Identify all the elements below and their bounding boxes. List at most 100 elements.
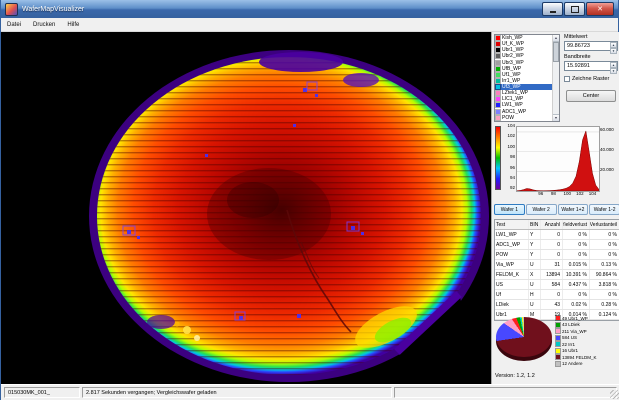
tab-wafer-1[interactable]: Wafer 1 [494, 204, 525, 215]
app-window: WaferMapVisualizer ✕ DateiDruckenHilfe [0, 0, 619, 400]
pie-legend-swatch [556, 362, 560, 366]
legend-color-swatch [496, 48, 500, 52]
pie-legend-label: 49 Ubr1_WP [562, 316, 588, 321]
mittelwert-spin-down[interactable]: ▼ [610, 48, 617, 54]
version-text: Version: 1.2, 1.2 [495, 373, 535, 379]
tab-wafer-2[interactable]: Wafer 2 [526, 204, 557, 215]
table-cell: 0 % [563, 290, 590, 299]
center-button[interactable]: Center [566, 90, 616, 102]
colorbar-ticks: 10410210098969492 [502, 124, 515, 191]
histogram-chart [517, 127, 599, 191]
table-row[interactable]: POWY00 %0 % [495, 250, 619, 260]
legend-color-swatch [496, 36, 500, 40]
bandbreite-spinner: ▲ ▼ [610, 62, 617, 70]
side-panel: Kish_WPUf_K_WPUbr1_WPUbr2_WPUbr3_WPUfB_W… [491, 32, 619, 384]
table-row[interactable]: LW1_WPY00 %0 % [495, 230, 619, 240]
legend-item-label: Uf_K_WP [502, 41, 524, 47]
pie-legend-item: 12 Andere [556, 361, 619, 368]
window-controls: ✕ [542, 2, 614, 16]
bandbreite-label: Bandbreite [564, 54, 591, 60]
table-row[interactable]: UfH00 %0 % [495, 290, 619, 300]
status-spacer [394, 387, 617, 398]
table-row[interactable]: USU5840.437 %3.818 % [495, 280, 619, 290]
pie-legend-swatch [556, 355, 560, 359]
wafer-tabs: Wafer 1Wafer 2Wafer 1+2Wafer 1-2 [494, 204, 619, 215]
table-cell: 0 [541, 250, 563, 259]
menu-hilfe[interactable]: Hilfe [61, 22, 85, 28]
colorbar-tick: 92 [510, 186, 515, 191]
table-row[interactable]: LDiekU430.02 %0.28 % [495, 300, 619, 310]
tab-wafer-1+2[interactable]: Wafer 1+2 [558, 204, 589, 215]
pie-legend-label: 13894 FELDM_K [562, 355, 597, 360]
legend-color-swatch [496, 97, 500, 101]
table-cell: LW1_WP [495, 230, 529, 239]
table-row[interactable]: Via_WPU310.015 %0.13 % [495, 260, 619, 270]
close-button[interactable]: ✕ [586, 2, 614, 16]
table-cell: X [529, 270, 541, 279]
wafer-canvas[interactable] [1, 32, 491, 384]
legend-color-swatch [496, 110, 500, 114]
pie-legend-swatch [556, 329, 560, 333]
pie-legend-swatch [556, 336, 560, 340]
tab-wafer-1-2[interactable]: Wafer 1-2 [589, 204, 619, 215]
legend-item-label: LZtek1_WP [502, 90, 528, 96]
table-body: LW1_WPY00 %0 %ADC1_WPY00 %0 %POWY00 %0 %… [495, 230, 619, 320]
table-cell: U [529, 260, 541, 269]
pie-legend-label: 43 LDiek [562, 322, 580, 327]
mittelwert-spinner: ▲ ▼ [610, 42, 617, 50]
minimize-button[interactable] [542, 2, 563, 16]
legend-color-swatch [496, 42, 500, 46]
mittelwert-field[interactable]: 99.86723 ▲ ▼ [564, 41, 618, 51]
title-bar[interactable]: WaferMapVisualizer ✕ [1, 0, 618, 18]
table-cell: 0 % [590, 250, 619, 259]
bandbreite-spin-down[interactable]: ▼ [610, 68, 617, 74]
scrollbar-thumb[interactable] [553, 42, 559, 62]
table-row[interactable]: FELDM_KX1389410.391 %90.864 % [495, 270, 619, 280]
bandbreite-field[interactable]: 15.92891 ▲ ▼ [564, 61, 618, 71]
table-cell: 10.391 % [563, 270, 590, 279]
parameter-list-scrollbar[interactable]: ▲ ▼ [552, 35, 559, 121]
checkbox-icon[interactable] [564, 76, 570, 82]
legend-color-swatch [496, 91, 500, 95]
scroll-down-icon[interactable]: ▼ [553, 114, 559, 121]
legend-color-swatch [496, 61, 500, 65]
app-icon [5, 3, 18, 16]
zeichne-raster-label: Zeichne Raster [572, 76, 609, 82]
minimize-icon [550, 11, 556, 13]
table-cell: 0 % [563, 250, 590, 259]
colorbar-tick: 102 [507, 134, 515, 139]
table-cell: 0 % [590, 240, 619, 249]
status-filename: 015030MK_001_ [4, 387, 80, 398]
table-cell: U [529, 280, 541, 289]
resize-grip-icon[interactable] [610, 390, 619, 399]
colorbar-tick: 104 [507, 124, 515, 129]
legend-item-label: Kish_WP [502, 35, 523, 41]
zeichne-raster-row[interactable]: Zeichne Raster [564, 76, 609, 82]
histogram-x-tick: 104 [589, 192, 597, 197]
legend-item[interactable]: POW [495, 115, 552, 121]
legend-item-label: Ubr3_WP [502, 60, 524, 66]
table-cell: 0 [541, 290, 563, 299]
menu-datei[interactable]: Datei [1, 22, 27, 28]
colorbar [495, 126, 501, 190]
menu-drucken[interactable]: Drucken [27, 22, 61, 28]
table-cell: 43 [541, 300, 563, 309]
table-cell: 0 [541, 230, 563, 239]
menu-bar: DateiDruckenHilfe [1, 18, 618, 32]
pie-legend: 49 Ubr1_WP43 LDiek211 Via_WP584 US22 Irr… [556, 315, 619, 367]
status-message: 2.817 Sekunden vergangen; Vergleichswafe… [82, 387, 392, 398]
legend-item-label: Irr1_WP [502, 78, 520, 84]
parameter-list[interactable]: Kish_WPUf_K_WPUbr1_WPUbr2_WPUbr3_WPUfB_W… [494, 34, 560, 122]
table-row[interactable]: ADC1_WPY00 %0 % [495, 240, 619, 250]
colorbar-tick: 100 [507, 145, 515, 150]
table-cell: 90.864 % [590, 270, 619, 279]
maximize-button[interactable] [564, 2, 585, 16]
scroll-up-icon[interactable]: ▲ [553, 35, 559, 42]
colorbar-tick: 96 [510, 166, 515, 171]
pie-legend-label: 584 US [562, 335, 577, 340]
status-bar: 015030MK_001_ 2.817 Sekunden vergangen; … [1, 384, 619, 400]
pie-legend-label: 12 Andere [562, 361, 583, 366]
parameter-list-items: Kish_WPUf_K_WPUbr1_WPUbr2_WPUbr3_WPUfB_W… [495, 35, 552, 121]
legend-item-label: Ubr1_WP [502, 47, 524, 53]
colorbar-tick: 98 [510, 155, 515, 160]
